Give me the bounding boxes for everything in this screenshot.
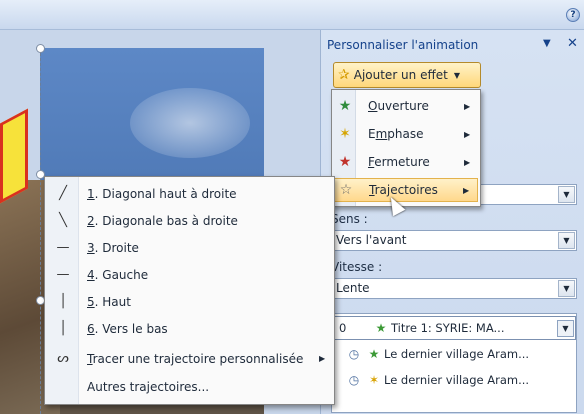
- menu-item-text: phase: [387, 127, 424, 141]
- menu-item-emphase[interactable]: ✶ Emphase ▶: [334, 122, 478, 146]
- list-item[interactable]: ◷ ★ Le dernier village Aram...: [332, 342, 576, 366]
- diagonal-up-line-icon: ╱: [59, 186, 67, 201]
- chevron-down-icon[interactable]: ▼: [558, 232, 575, 249]
- menu-item-label: Tracer une trajectoire personnalisée: [79, 352, 319, 366]
- list-item-label: Le dernier village Aram...: [384, 373, 530, 387]
- ribbon-bar: ?: [0, 0, 584, 30]
- submenu-arrow-icon: ▶: [464, 157, 471, 167]
- submenu-arrow-icon: ▶: [464, 129, 471, 139]
- vertical-line-icon: │: [59, 294, 67, 309]
- menu-item-text: racer une trajectoire personnalisée: [92, 351, 304, 366]
- diagonal-down-line-icon: ╲: [59, 213, 67, 228]
- menu-item-accelerator: 6: [87, 321, 95, 336]
- menu-item-label: 4. Gauche: [79, 268, 333, 282]
- menu-item-label: 2. Diagonale bas à droite: [79, 214, 333, 228]
- chevron-down-icon[interactable]: ▼: [558, 280, 575, 297]
- horizontal-line-icon: —: [56, 267, 70, 282]
- freeform-path-icon: ᔕ: [57, 351, 69, 366]
- selection-outline: [40, 48, 41, 414]
- yellow-arrow-shape[interactable]: [0, 108, 28, 204]
- menu-item-text: rajectoires: [374, 183, 438, 197]
- add-effect-label: Ajouter un effet: [353, 68, 448, 82]
- menu-item-text: . Gauche: [94, 267, 149, 282]
- animation-list: 0 ★ Titre 1: SYRIE: MA... ▼ ◷ ★ Le derni…: [331, 313, 577, 413]
- sens-label: Sens :: [331, 212, 368, 226]
- trajectory-submenu: ╱ 1. Diagonal haut à droite ╲ 2. Diagona…: [44, 176, 335, 405]
- pane-options-icon[interactable]: ▼: [543, 38, 551, 49]
- menu-item-right[interactable]: — 3. Droite: [47, 234, 333, 261]
- menu-item-label: Autres trajectoires...: [87, 379, 210, 394]
- star-icon: ✰: [338, 67, 350, 83]
- vitesse-value: Lente: [336, 281, 370, 295]
- menu-item-text: . Haut: [94, 294, 131, 309]
- list-item[interactable]: 0 ★ Titre 1: SYRIE: MA... ▼: [332, 316, 576, 340]
- close-icon[interactable]: ✕: [567, 36, 578, 51]
- add-effect-menu: ★ Ouverture ▶ ✶ Emphase ▶ ★ Fermeture ▶ …: [331, 89, 481, 207]
- exit-star-icon: ★: [338, 154, 352, 170]
- vertical-line-icon: │: [59, 321, 67, 336]
- chevron-down-icon[interactable]: ▼: [557, 319, 574, 337]
- menu-item-diagonal-down-right[interactable]: ╲ 2. Diagonale bas à droite: [47, 207, 333, 234]
- entrance-star-icon: ★: [375, 321, 387, 335]
- menu-item-up[interactable]: │ 5. Haut: [47, 288, 333, 315]
- menu-item-text: E: [368, 127, 376, 141]
- menu-item-trajectoires[interactable]: ☆ Trajectoires ▶: [334, 178, 478, 202]
- submenu-arrow-icon: ▶: [463, 185, 470, 195]
- cloud-decoration: [130, 88, 250, 158]
- menu-item-diagonal-up-right[interactable]: ╱ 1. Diagonal haut à droite: [47, 180, 333, 207]
- menu-item-label: Fermeture: [356, 155, 464, 169]
- submenu-arrow-icon: ▶: [464, 101, 471, 111]
- entrance-star-icon: ★: [368, 347, 380, 361]
- menu-item-label: 3. Droite: [79, 241, 333, 255]
- menu-item-ouverture[interactable]: ★ Ouverture ▶: [334, 94, 478, 118]
- emphasis-star-icon: ✶: [368, 373, 380, 387]
- menu-item-label: 1. Diagonal haut à droite: [79, 187, 333, 201]
- menu-item-accelerator: 4: [87, 267, 95, 282]
- menu-item-accelerator: m: [375, 127, 388, 141]
- emphasis-star-icon: ✶: [339, 126, 351, 142]
- menu-item-accelerator: 3: [87, 240, 95, 255]
- menu-item-text: . Vers le bas: [94, 321, 168, 336]
- resize-handle[interactable]: [36, 44, 45, 53]
- chevron-down-icon[interactable]: ▼: [558, 186, 575, 203]
- sens-value: Vers l'avant: [336, 233, 407, 247]
- list-item[interactable]: ◷ ✶ Le dernier village Aram...: [332, 368, 576, 392]
- menu-item-accelerator: 1: [87, 186, 95, 201]
- menu-item-label: Trajectoires: [357, 183, 463, 197]
- vitesse-select[interactable]: Lente ▼: [331, 278, 577, 299]
- list-item-label: Le dernier village Aram...: [384, 347, 530, 361]
- menu-item-text: . Diagonal haut à droite: [94, 186, 237, 201]
- submenu-arrow-icon: ▶: [319, 354, 326, 363]
- menu-item-accelerator: 5: [87, 294, 95, 309]
- menu-item-more-paths[interactable]: Autres trajectoires...: [47, 373, 333, 400]
- clock-icon: ◷: [348, 373, 360, 387]
- sens-select[interactable]: Vers l'avant ▼: [331, 230, 577, 251]
- menu-item-left[interactable]: — 4. Gauche: [47, 261, 333, 288]
- menu-item-fermeture[interactable]: ★ Fermeture ▶: [334, 150, 478, 174]
- menu-item-text: ermeture: [374, 155, 430, 169]
- entrance-star-icon: ★: [338, 98, 352, 114]
- list-item-label: Titre 1: SYRIE: MA...: [391, 321, 505, 335]
- menu-item-down[interactable]: │ 6. Vers le bas: [47, 315, 333, 342]
- menu-item-label: 6. Vers le bas: [79, 322, 333, 336]
- vitesse-label: Vitesse :: [331, 260, 383, 274]
- menu-item-label: 5. Haut: [79, 295, 333, 309]
- horizontal-line-icon: —: [56, 240, 70, 255]
- motion-path-star-icon: ☆: [339, 182, 353, 198]
- menu-item-accelerator: 2: [87, 213, 95, 228]
- menu-item-custom-path[interactable]: ᔕ Tracer une trajectoire personnalisée ▶: [47, 345, 333, 372]
- custom-animation-pane: Personnaliser l'animation ▼ ✕ ✰ Ajouter …: [320, 30, 584, 414]
- pane-title: Personnaliser l'animation: [327, 38, 479, 52]
- clock-icon: ◷: [348, 347, 360, 361]
- menu-item-text: . Droite: [94, 240, 139, 255]
- chevron-down-icon: ▼: [453, 70, 460, 80]
- add-effect-button[interactable]: ✰ Ajouter un effet ▼: [333, 62, 481, 88]
- menu-item-text: uverture: [377, 99, 429, 113]
- help-icon[interactable]: ?: [566, 8, 580, 22]
- menu-item-label: Ouverture: [356, 99, 464, 113]
- menu-item-label: Emphase: [356, 127, 464, 141]
- menu-item-text: . Diagonale bas à droite: [94, 213, 238, 228]
- sequence-number: 0: [339, 321, 347, 335]
